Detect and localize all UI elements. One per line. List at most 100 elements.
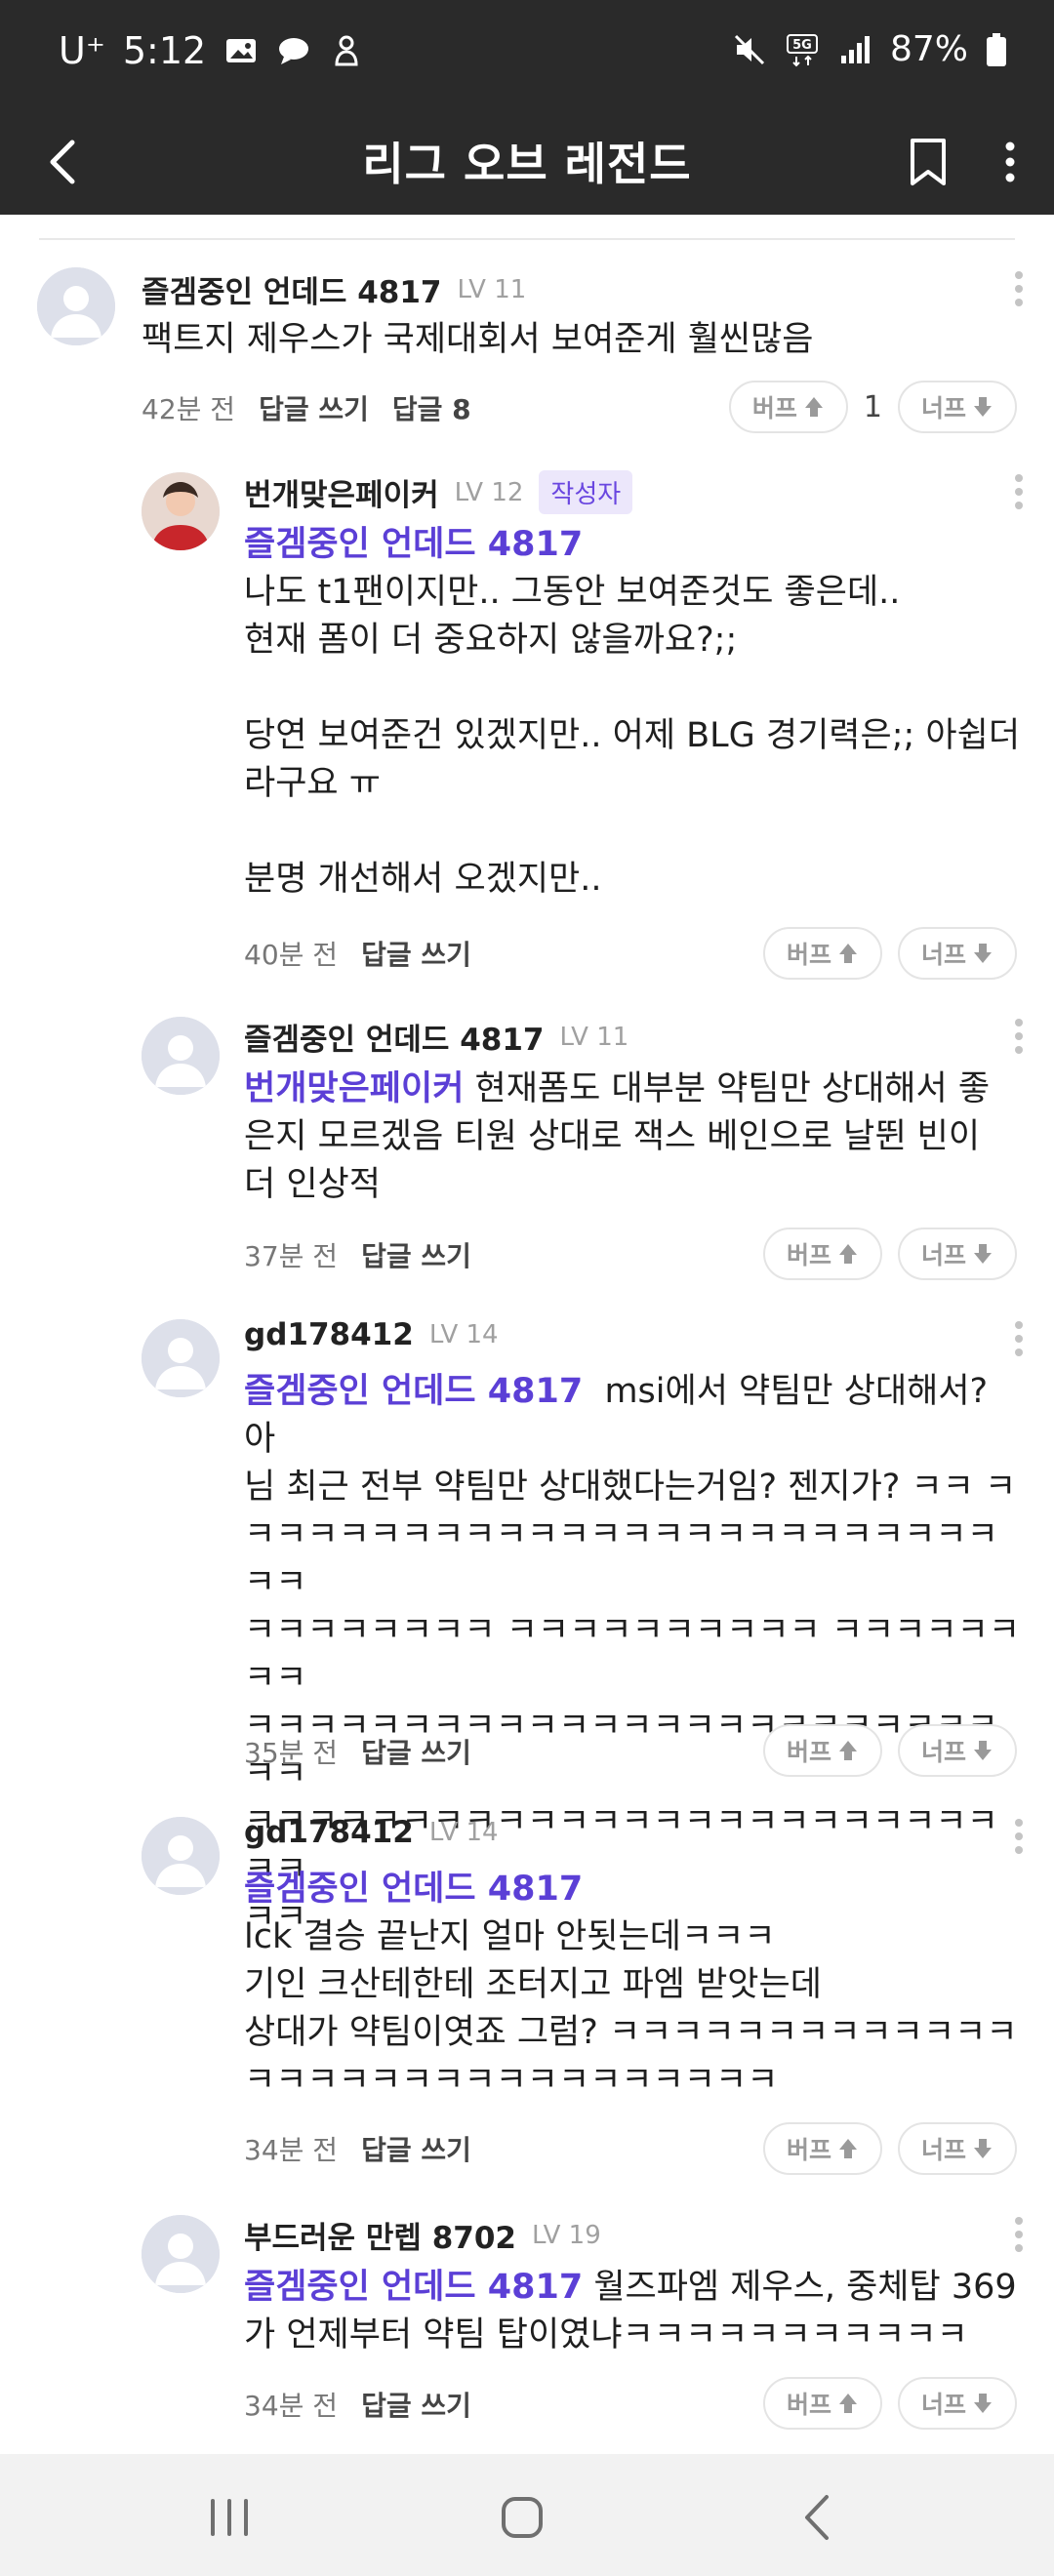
upvote-label: 버프 (786, 2136, 831, 2164)
downvote-label: 너프 (920, 2136, 966, 2164)
mention-link[interactable]: 즐겜중인 언데드 4817 (244, 525, 583, 564)
app-bar: 리그 오브 레전드 (0, 107, 1054, 215)
network-5g-icon: 5G (786, 33, 818, 66)
comment-text: 즐겜중인 언데드 4817 lck 결승 끝난지 얼마 안됫는데ㅋㅋㅋ 기인 크… (244, 1866, 1025, 2105)
arrow-down-icon (974, 397, 992, 417)
downvote-button[interactable]: 너프 (897, 2377, 1017, 2430)
upvote-button[interactable]: 버프 (762, 2122, 882, 2175)
comment-author[interactable]: 즐겜중인 언데드 4817 (244, 1015, 545, 1059)
avatar[interactable] (142, 2215, 220, 2293)
comment-time: 35분 전 (244, 1737, 339, 1769)
mention-link[interactable]: 즐겜중인 언데드 4817 (244, 2268, 583, 2307)
avatar[interactable] (142, 1319, 220, 1397)
app-notification-icon (335, 35, 358, 66)
upvote-label: 버프 (751, 394, 797, 423)
avatar[interactable] (142, 1817, 220, 1895)
downvote-button[interactable]: 너프 (897, 1724, 1017, 1777)
downvote-button[interactable]: 너프 (897, 927, 1017, 980)
more-vert-icon[interactable] (995, 133, 1025, 191)
comment-author[interactable]: gd178412 (244, 1317, 414, 1352)
upvote-label: 버프 (786, 1738, 831, 1766)
avatar[interactable] (37, 267, 115, 345)
clock: 5:12 (122, 29, 207, 72)
downvote-button[interactable]: 너프 (897, 2122, 1017, 2175)
upvote-label: 버프 (786, 2391, 831, 2419)
more-vert-icon[interactable] (1009, 2213, 1029, 2256)
page-title: 리그 오브 레전드 (362, 138, 692, 190)
comment-time: 34분 전 (244, 2134, 339, 2166)
status-bar: U⁺ 5:12 5G 87% (0, 0, 1054, 107)
more-vert-icon[interactable] (1009, 1815, 1029, 1858)
comment-author[interactable]: gd178412 (244, 1815, 414, 1850)
replies-count-button[interactable]: 답글 8 (392, 388, 471, 427)
battery-icon (987, 32, 1006, 66)
user-level: LV 14 (428, 1320, 499, 1349)
mention-link[interactable]: 즐겜중인 언데드 4817 (244, 1372, 583, 1411)
downvote-label: 너프 (920, 2391, 966, 2419)
comment-text: 즐겜중인 언데드 4817 나도 t1팬이지만.. 그동안 보여준것도 좋은데.… (244, 521, 1025, 904)
reply-button[interactable]: 답글 쓰기 (259, 388, 369, 427)
bookmark-icon[interactable] (904, 133, 953, 191)
gallery-icon (226, 39, 257, 62)
comment-author[interactable]: 번개맞은페이커 (244, 470, 439, 514)
arrow-down-icon (974, 944, 992, 963)
comment-text: 팩트지 제우스가 국제대회서 보여준게 훨씬많음 (142, 316, 1000, 364)
user-level: LV 11 (457, 274, 527, 304)
user-level: LV 11 (559, 1022, 629, 1052)
mention-link[interactable]: 번개맞은페이커 (244, 1069, 464, 1108)
more-vert-icon[interactable] (1009, 267, 1029, 310)
upvote-label: 버프 (786, 1241, 831, 1269)
avatar[interactable] (142, 472, 220, 550)
comment-author[interactable]: 부드러운 만렙 8702 (244, 2213, 516, 2257)
comment-time: 37분 전 (244, 1240, 339, 1272)
more-vert-icon[interactable] (1009, 1015, 1029, 1058)
mute-icon (734, 34, 765, 64)
reply-button[interactable]: 답글 쓰기 (361, 1235, 471, 1274)
arrow-up-icon (838, 1741, 857, 1760)
arrow-up-icon (838, 2394, 857, 2413)
comment-text-content: 팩트지 제우스가 국제대회서 보여준게 훨씬많음 (142, 320, 814, 359)
reply-button[interactable]: 답글 쓰기 (361, 934, 471, 973)
signal-icon (840, 35, 870, 63)
comment-text-content: 나도 t1팬이지만.. 그동안 보여준것도 좋은데.. 현재 폼이 더 중요하지… (244, 573, 1021, 899)
more-vert-icon[interactable] (1009, 1317, 1029, 1360)
arrow-down-icon (974, 2394, 992, 2413)
upvote-label: 버프 (786, 941, 831, 969)
downvote-button[interactable]: 너프 (897, 1228, 1017, 1280)
downvote-label: 너프 (920, 1738, 966, 1766)
more-vert-icon[interactable] (1009, 470, 1029, 513)
reply-button[interactable]: 답글 쓰기 (361, 1732, 471, 1771)
upvote-button[interactable]: 버프 (728, 381, 848, 433)
upvote-count: 1 (863, 389, 882, 424)
mention-link[interactable]: 즐겜중인 언데드 4817 (244, 1870, 583, 1909)
arrow-down-icon (974, 2139, 992, 2158)
chat-icon (279, 38, 309, 64)
author-badge: 작성자 (539, 470, 633, 514)
comment-text: 즐겜중인 언데드 4817 월즈파엠 제우스, 중체탑 369 가 언제부터 약… (244, 2264, 1025, 2359)
default-avatar-icon (142, 1319, 220, 1397)
comment-text: 번개맞은페이커 현재폼도 대부분 약팀만 상대해서 좋 은지 모르겠음 티원 상… (244, 1066, 1025, 1209)
recent-apps-icon[interactable] (195, 2483, 264, 2552)
system-nav-bar (0, 2454, 1054, 2576)
comment-text-content: lck 결승 끝난지 얼마 안됫는데ㅋㅋㅋ 기인 크산테한테 조터지고 파엠 받… (244, 1917, 1018, 2100)
downvote-button[interactable]: 너프 (897, 381, 1017, 433)
upvote-button[interactable]: 버프 (762, 927, 882, 980)
comment-text: 즐겜중인 언데드 4817 msi에서 약팀만 상대해서? 아 님 최근 전부 … (244, 1368, 1025, 1942)
home-icon[interactable] (488, 2483, 556, 2552)
divider (39, 238, 1015, 240)
upvote-button[interactable]: 버프 (762, 1724, 882, 1777)
upvote-button[interactable]: 버프 (762, 1228, 882, 1280)
upvote-button[interactable]: 버프 (762, 2377, 882, 2430)
reply-button[interactable]: 답글 쓰기 (361, 2129, 471, 2168)
comment-author[interactable]: 즐겜중인 언데드 4817 (142, 267, 442, 311)
comment-text-content: msi에서 약팀만 상대해서? 아 님 최근 전부 약팀만 상대했다는거임? 젠… (244, 1372, 1021, 1937)
reply-button[interactable]: 답글 쓰기 (361, 2385, 471, 2424)
arrow-up-icon (804, 397, 823, 417)
avatar[interactable] (142, 1017, 220, 1095)
default-avatar-icon (142, 1017, 220, 1095)
comment-time: 34분 전 (244, 2390, 339, 2422)
back-icon[interactable] (786, 2483, 854, 2552)
user-level: LV 12 (454, 477, 524, 507)
user-level: LV 14 (428, 1818, 499, 1847)
comment-time: 40분 전 (244, 939, 339, 971)
